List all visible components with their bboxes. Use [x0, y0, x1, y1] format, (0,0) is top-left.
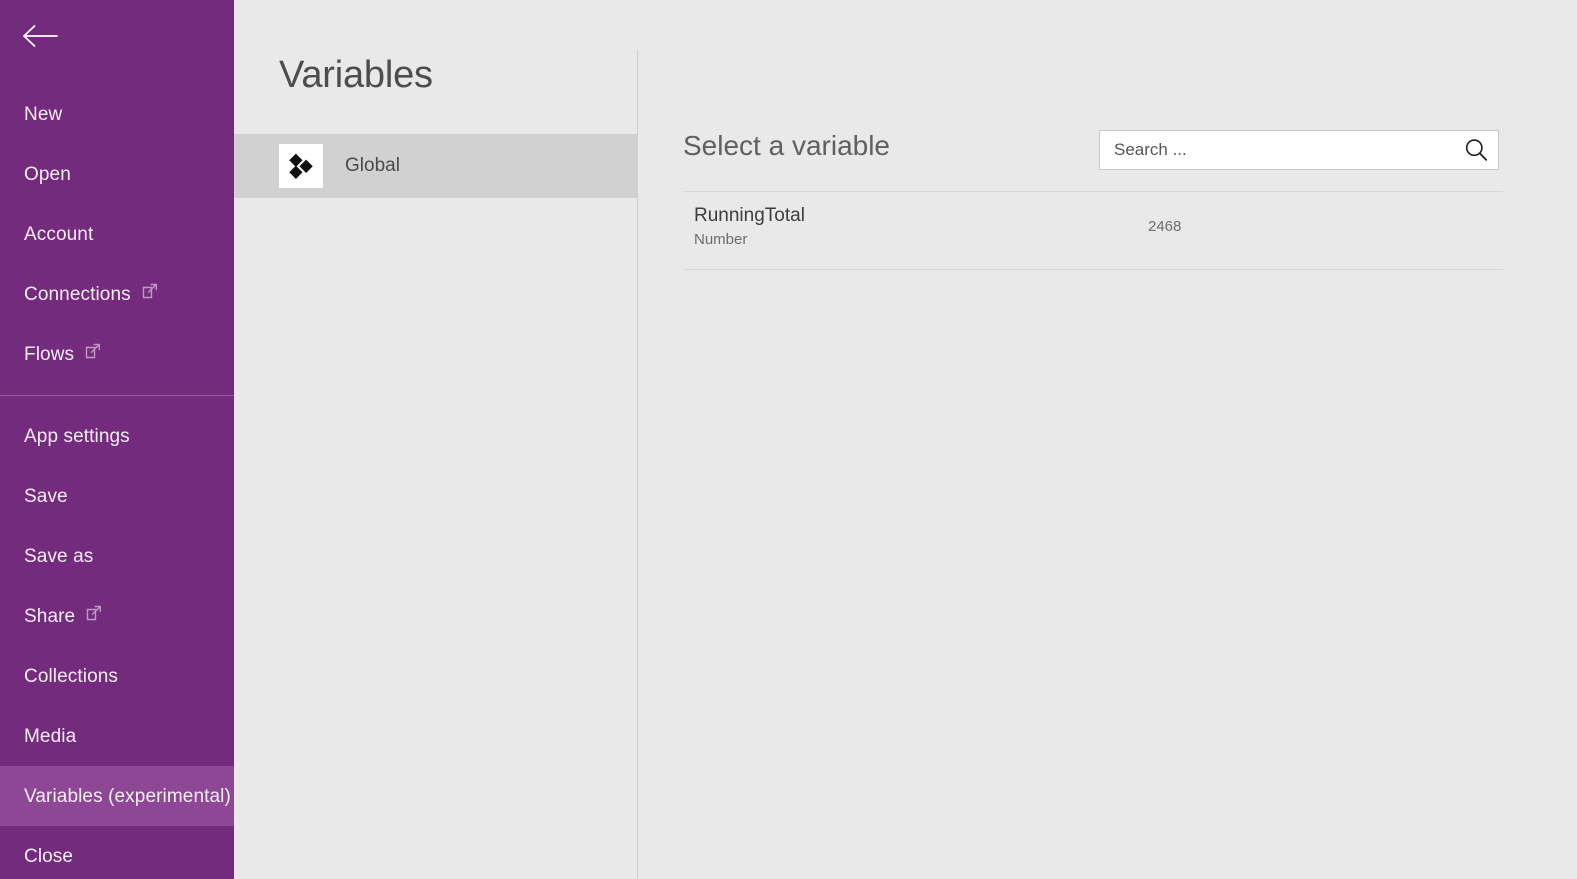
table-row[interactable]: RunningTotal Number 2468 [683, 192, 1503, 270]
sidebar-item-label: Collections [24, 665, 119, 687]
sidebar-item-open[interactable]: Open [0, 144, 234, 204]
sidebar-item-new[interactable]: New [0, 84, 234, 144]
sidebar-item-connections[interactable]: Connections [0, 264, 234, 324]
sidebar-item-label: Variables (experimental) [24, 785, 231, 807]
variable-value: 2468 [1148, 218, 1182, 235]
back-button[interactable] [12, 10, 68, 62]
sidebar-item-label: Share [24, 605, 76, 627]
sidebar-item-save[interactable]: Save [0, 466, 234, 526]
sidebar-item-account[interactable]: Account [0, 204, 234, 264]
external-link-icon [85, 343, 101, 359]
powerapps-backstage-variables-screen: New Open Account Connections Flows App s… [0, 0, 1577, 879]
global-variable-diamonds-icon [279, 144, 323, 188]
external-link-icon [142, 283, 158, 299]
page-title: Variables [279, 54, 433, 96]
scope-item-label: Global [345, 155, 400, 176]
sidebar-item-label: Account [24, 223, 94, 245]
scope-item-global[interactable]: Global [234, 134, 637, 198]
search-input[interactable] [1100, 131, 1454, 169]
sidebar-item-label: New [24, 103, 63, 125]
variables-header: Select a variable [683, 130, 1503, 184]
sidebar-item-collections[interactable]: Collections [0, 646, 234, 706]
sidebar-divider [0, 395, 234, 396]
sidebar-item-label: Close [24, 845, 74, 867]
variables-list: RunningTotal Number 2468 [683, 192, 1503, 270]
sidebar-item-flows[interactable]: Flows [0, 324, 234, 384]
sidebar-item-close[interactable]: Close [0, 826, 234, 879]
sidebar-item-variables[interactable]: Variables (experimental) [0, 766, 234, 826]
sidebar-item-label: Save as [24, 545, 94, 567]
sidebar-item-label: Open [24, 163, 71, 185]
search-box[interactable] [1099, 130, 1499, 170]
external-link-icon [86, 605, 102, 621]
sidebar-item-label: Media [24, 725, 77, 747]
sidebar-item-label: Save [24, 485, 68, 507]
back-arrow-icon [21, 23, 59, 49]
sidebar-item-app-settings[interactable]: App settings [0, 406, 234, 466]
variables-detail-panel: Select a variable RunningTotal Number 24… [638, 0, 1577, 879]
sidebar-item-label: Flows [24, 343, 75, 365]
variable-type: Number [694, 231, 748, 248]
sidebar-nav-list: New Open Account Connections Flows App s… [0, 84, 234, 879]
sidebar-item-media[interactable]: Media [0, 706, 234, 766]
search-icon[interactable] [1454, 131, 1498, 169]
sidebar-item-label: App settings [24, 425, 130, 447]
sidebar-item-share[interactable]: Share [0, 586, 234, 646]
backstage-sidebar: New Open Account Connections Flows App s… [0, 0, 234, 879]
variables-scope-panel: Variables Global [234, 0, 638, 879]
sidebar-item-label: Connections [24, 283, 131, 305]
sidebar-item-save-as[interactable]: Save as [0, 526, 234, 586]
select-a-variable-heading: Select a variable [683, 130, 891, 161]
variable-name: RunningTotal [694, 205, 805, 226]
